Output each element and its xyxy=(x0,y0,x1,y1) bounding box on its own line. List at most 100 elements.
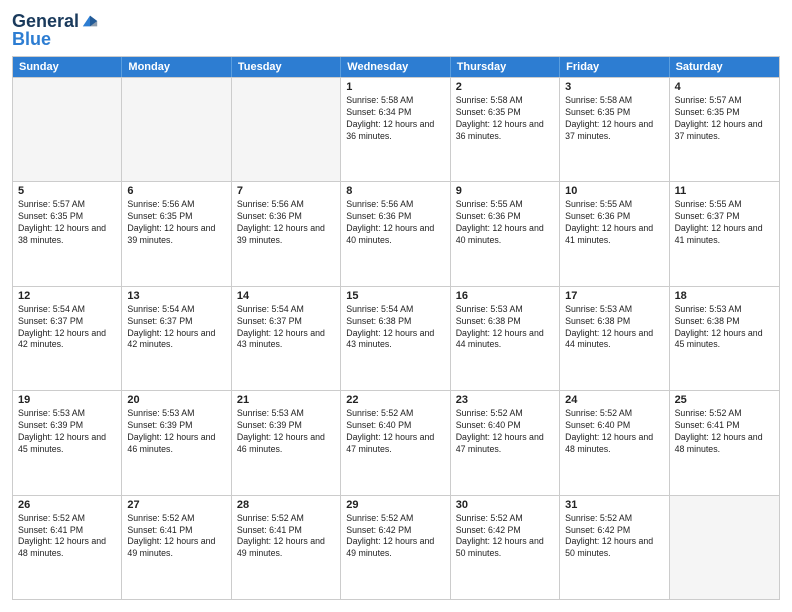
day-info: Sunrise: 5:54 AMSunset: 6:38 PMDaylight:… xyxy=(346,304,444,352)
calendar: SundayMondayTuesdayWednesdayThursdayFrid… xyxy=(12,56,780,600)
calendar-cell: 8 Sunrise: 5:56 AMSunset: 6:36 PMDaylight… xyxy=(341,182,450,285)
day-number: 30 xyxy=(456,499,554,511)
day-number: 19 xyxy=(18,394,116,406)
day-info: Sunrise: 5:58 AMSunset: 6:34 PMDaylight:… xyxy=(346,95,444,143)
header-day-wednesday: Wednesday xyxy=(341,57,450,77)
day-info: Sunrise: 5:53 AMSunset: 6:39 PMDaylight:… xyxy=(127,408,225,456)
calendar-cell: 5Sunrise: 5:57 AMSunset: 6:35 PMDaylight… xyxy=(13,182,122,285)
day-number: 9 xyxy=(456,185,554,197)
day-info: Sunrise: 5:55 AMSunset: 6:36 PMDaylight:… xyxy=(565,199,663,247)
logo-text: General xyxy=(12,12,79,30)
day-info: Sunrise: 5:53 AMSunset: 6:39 PMDaylight:… xyxy=(18,408,116,456)
day-info: Sunrise: 5:56 AMSunset: 6:36 PMDaylight:… xyxy=(346,199,444,247)
day-info: Sunrise: 5:52 AMSunset: 6:41 PMDaylight:… xyxy=(127,513,225,561)
calendar-cell: 15 Sunrise: 5:54 AMSunset: 6:38 PMDayligh… xyxy=(341,287,450,390)
day-info: Sunrise: 5:58 AMSunset: 6:35 PMDaylight:… xyxy=(456,95,554,143)
day-info: Sunrise: 5:52 AMSunset: 6:40 PMDaylight:… xyxy=(346,408,444,456)
day-info: Sunrise: 5:54 AMSunset: 6:37 PMDaylight:… xyxy=(18,304,116,352)
calendar-row-2: 5Sunrise: 5:57 AMSunset: 6:35 PMDaylight… xyxy=(13,181,779,285)
day-number: 29 xyxy=(346,499,444,511)
calendar-cell xyxy=(670,496,779,599)
calendar-row-5: 26 Sunrise: 5:52 AMSunset: 6:41 PMDayligh… xyxy=(13,495,779,599)
calendar-cell: 19 Sunrise: 5:53 AMSunset: 6:39 PMDayligh… xyxy=(13,391,122,494)
day-number: 14 xyxy=(237,290,335,302)
calendar-cell: 24Sunrise: 5:52 AMSunset: 6:40 PMDayligh… xyxy=(560,391,669,494)
calendar-cell: 1 Sunrise: 5:58 AMSunset: 6:34 PMDaylight… xyxy=(341,78,450,181)
day-number: 2 xyxy=(456,81,554,93)
calendar-cell: 20 Sunrise: 5:53 AMSunset: 6:39 PMDayligh… xyxy=(122,391,231,494)
header-day-saturday: Saturday xyxy=(670,57,779,77)
logo-icon xyxy=(81,12,99,30)
day-info: Sunrise: 5:53 AMSunset: 6:38 PMDaylight:… xyxy=(565,304,663,352)
day-info: Sunrise: 5:52 AMSunset: 6:40 PMDaylight:… xyxy=(565,408,663,456)
page: General Blue SundayMondayTuesdayWednesda… xyxy=(0,0,792,612)
day-info: Sunrise: 5:54 AMSunset: 6:37 PMDaylight:… xyxy=(127,304,225,352)
header: General Blue xyxy=(12,12,780,48)
calendar-row-4: 19 Sunrise: 5:53 AMSunset: 6:39 PMDayligh… xyxy=(13,390,779,494)
day-info: Sunrise: 5:55 AMSunset: 6:37 PMDaylight:… xyxy=(675,199,774,247)
day-number: 1 xyxy=(346,81,444,93)
header-day-tuesday: Tuesday xyxy=(232,57,341,77)
calendar-cell: 28 Sunrise: 5:52 AMSunset: 6:41 PMDayligh… xyxy=(232,496,341,599)
calendar-cell: 2 Sunrise: 5:58 AMSunset: 6:35 PMDaylight… xyxy=(451,78,560,181)
day-number: 3 xyxy=(565,81,663,93)
day-number: 25 xyxy=(675,394,774,406)
day-number: 31 xyxy=(565,499,663,511)
day-info: Sunrise: 5:52 AMSunset: 6:40 PMDaylight:… xyxy=(456,408,554,456)
calendar-row-1: 1 Sunrise: 5:58 AMSunset: 6:34 PMDaylight… xyxy=(13,77,779,181)
day-number: 16 xyxy=(456,290,554,302)
day-number: 10 xyxy=(565,185,663,197)
calendar-cell: 6 Sunrise: 5:56 AMSunset: 6:35 PMDaylight… xyxy=(122,182,231,285)
calendar-cell: 31Sunrise: 5:52 AMSunset: 6:42 PMDayligh… xyxy=(560,496,669,599)
day-info: Sunrise: 5:57 AMSunset: 6:35 PMDaylight:… xyxy=(675,95,774,143)
day-number: 4 xyxy=(675,81,774,93)
day-info: Sunrise: 5:57 AMSunset: 6:35 PMDaylight:… xyxy=(18,199,116,247)
calendar-cell: 29 Sunrise: 5:52 AMSunset: 6:42 PMDayligh… xyxy=(341,496,450,599)
day-info: Sunrise: 5:56 AMSunset: 6:35 PMDaylight:… xyxy=(127,199,225,247)
header-day-friday: Friday xyxy=(560,57,669,77)
day-number: 28 xyxy=(237,499,335,511)
day-info: Sunrise: 5:52 AMSunset: 6:41 PMDaylight:… xyxy=(237,513,335,561)
day-info: Sunrise: 5:58 AMSunset: 6:35 PMDaylight:… xyxy=(565,95,663,143)
day-number: 12 xyxy=(18,290,116,302)
calendar-cell: 22 Sunrise: 5:52 AMSunset: 6:40 PMDayligh… xyxy=(341,391,450,494)
day-number: 18 xyxy=(675,290,774,302)
calendar-cell: 26Sunrise: 5:52 AMSunset: 6:41 PMDayligh… xyxy=(13,496,122,599)
day-number: 17 xyxy=(565,290,663,302)
day-number: 8 xyxy=(346,185,444,197)
day-info: Sunrise: 5:52 AMSunset: 6:42 PMDaylight:… xyxy=(456,513,554,561)
calendar-row-3: 12 Sunrise: 5:54 AMSunset: 6:37 PMDayligh… xyxy=(13,286,779,390)
header-day-sunday: Sunday xyxy=(13,57,122,77)
calendar-cell: 13 Sunrise: 5:54 AMSunset: 6:37 PMDayligh… xyxy=(122,287,231,390)
day-info: Sunrise: 5:55 AMSunset: 6:36 PMDaylight:… xyxy=(456,199,554,247)
day-number: 11 xyxy=(675,185,774,197)
calendar-cell: 3 Sunrise: 5:58 AMSunset: 6:35 PMDaylight… xyxy=(560,78,669,181)
day-info: Sunrise: 5:56 AMSunset: 6:36 PMDaylight:… xyxy=(237,199,335,247)
logo-blue: Blue xyxy=(12,30,51,48)
calendar-cell: 23 Sunrise: 5:52 AMSunset: 6:40 PMDayligh… xyxy=(451,391,560,494)
day-number: 6 xyxy=(127,185,225,197)
calendar-body: 1 Sunrise: 5:58 AMSunset: 6:34 PMDaylight… xyxy=(13,77,779,599)
day-info: Sunrise: 5:52 AMSunset: 6:42 PMDaylight:… xyxy=(346,513,444,561)
day-number: 23 xyxy=(456,394,554,406)
calendar-cell: 12 Sunrise: 5:54 AMSunset: 6:37 PMDayligh… xyxy=(13,287,122,390)
day-number: 13 xyxy=(127,290,225,302)
day-info: Sunrise: 5:53 AMSunset: 6:38 PMDaylight:… xyxy=(456,304,554,352)
day-number: 26 xyxy=(18,499,116,511)
calendar-cell xyxy=(13,78,122,181)
calendar-cell: 7 Sunrise: 5:56 AMSunset: 6:36 PMDaylight… xyxy=(232,182,341,285)
day-number: 20 xyxy=(127,394,225,406)
calendar-cell xyxy=(122,78,231,181)
day-number: 15 xyxy=(346,290,444,302)
day-info: Sunrise: 5:53 AMSunset: 6:38 PMDaylight:… xyxy=(675,304,774,352)
day-number: 27 xyxy=(127,499,225,511)
calendar-cell: 17 Sunrise: 5:53 AMSunset: 6:38 PMDayligh… xyxy=(560,287,669,390)
day-number: 22 xyxy=(346,394,444,406)
calendar-cell: 25Sunrise: 5:52 AMSunset: 6:41 PMDayligh… xyxy=(670,391,779,494)
day-info: Sunrise: 5:54 AMSunset: 6:37 PMDaylight:… xyxy=(237,304,335,352)
calendar-cell: 18 Sunrise: 5:53 AMSunset: 6:38 PMDayligh… xyxy=(670,287,779,390)
day-info: Sunrise: 5:53 AMSunset: 6:39 PMDaylight:… xyxy=(237,408,335,456)
header-day-monday: Monday xyxy=(122,57,231,77)
calendar-cell: 10 Sunrise: 5:55 AMSunset: 6:36 PMDayligh… xyxy=(560,182,669,285)
day-number: 7 xyxy=(237,185,335,197)
